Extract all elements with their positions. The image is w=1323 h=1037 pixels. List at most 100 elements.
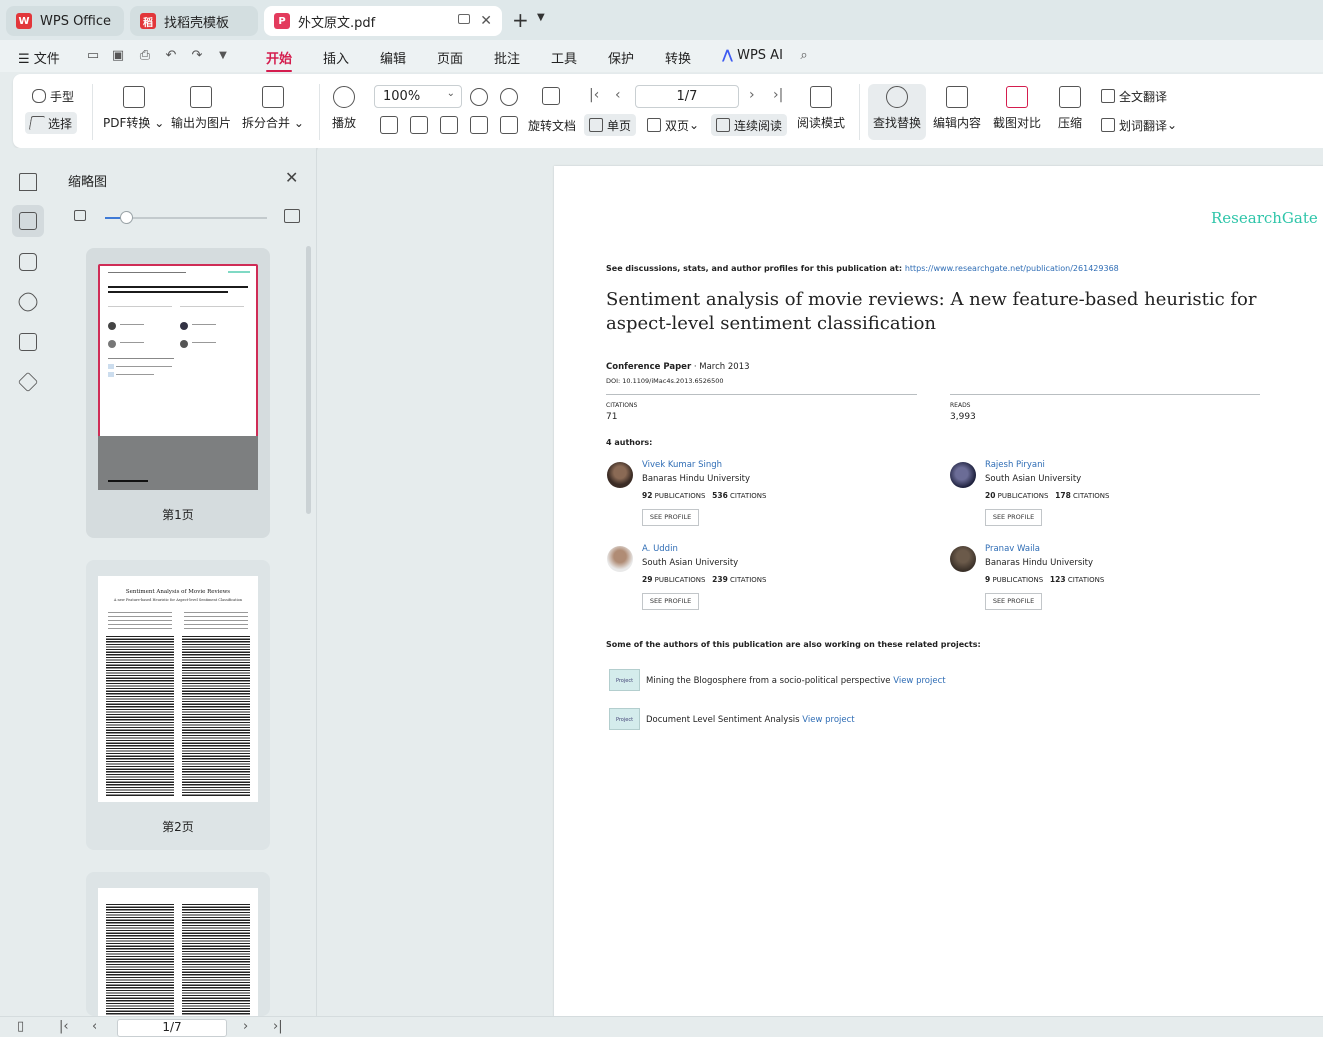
menu-protect[interactable]: 保护 — [608, 48, 634, 67]
screenshot-compare-button[interactable]: 截图对比 — [993, 86, 1041, 131]
open-folder-icon[interactable]: ▭ — [85, 48, 101, 64]
file-menu[interactable]: ☰ 文件 — [18, 48, 60, 67]
next-page-icon[interactable]: › — [243, 1019, 248, 1034]
author-name-link[interactable]: Vivek Kumar Singh — [642, 460, 722, 470]
zoom-out-icon[interactable] — [470, 88, 488, 106]
search-icon[interactable]: ⌕ — [796, 48, 812, 64]
new-tab-icon[interactable]: + — [512, 8, 529, 32]
thumbnail-label: 第1页 — [162, 508, 194, 522]
document-viewport[interactable]: ResearchGate See discussions, stats, and… — [318, 148, 1323, 1016]
see-profile-button[interactable]: SEE PROFILE — [985, 509, 1042, 526]
split-merge-button[interactable]: 拆分合并 ⌄ — [242, 86, 304, 131]
full-translate-button[interactable]: 全文翻译 — [1096, 85, 1172, 107]
prev-page-icon[interactable]: ‹ — [615, 87, 621, 103]
next-page-icon[interactable]: › — [749, 87, 755, 103]
see-profile-button[interactable]: SEE PROFILE — [985, 593, 1042, 610]
status-page-input[interactable]: 1/7 — [117, 1019, 227, 1037]
chevron-down-icon[interactable]: ▼ — [537, 12, 545, 23]
zoom-in-icon[interactable] — [500, 88, 518, 106]
fit-width-icon[interactable] — [440, 116, 458, 134]
compress-label: 压缩 — [1058, 116, 1083, 130]
menu-wps-ai[interactable]: ⋀ WPS AI — [722, 48, 783, 63]
zoom-select[interactable]: 100% ⌄ — [374, 85, 462, 108]
undo-icon[interactable]: ↶ — [163, 48, 179, 64]
first-page-icon[interactable]: |‹ — [59, 1019, 69, 1034]
save-icon[interactable]: ▣ — [110, 48, 126, 64]
large-image-icon[interactable] — [284, 209, 300, 223]
view-project-link[interactable]: View project — [893, 676, 945, 686]
thumbnail-page-3[interactable] — [86, 872, 270, 1016]
print-icon[interactable]: ⎙ — [137, 48, 153, 64]
pdf-convert-button[interactable]: PDF转换 ⌄ — [103, 86, 164, 131]
select-tool-button[interactable]: 选择 — [25, 112, 78, 134]
play-button[interactable]: 播放 — [332, 86, 356, 131]
close-panel-icon[interactable]: ✕ — [285, 168, 298, 187]
publication-type: Conference Paper · March 2013 — [606, 362, 750, 372]
rotate-right-icon[interactable] — [500, 116, 518, 134]
file-menu-label: 文件 — [33, 52, 60, 67]
menu-insert[interactable]: 插入 — [323, 48, 349, 67]
hand-tool-button[interactable]: 手型 — [27, 85, 79, 107]
close-tab-icon[interactable]: ✕ — [480, 13, 492, 29]
rotate-left-icon[interactable] — [470, 116, 488, 134]
window-mode-icon[interactable] — [458, 14, 470, 24]
see-profile-button[interactable]: SEE PROFILE — [642, 509, 699, 526]
tab-pdf-document[interactable]: P 外文原文.pdf ✕ — [264, 6, 502, 36]
single-page-button[interactable]: 单页 — [584, 114, 637, 136]
author-name-link[interactable]: A. Uddin — [642, 544, 678, 554]
author-avatar[interactable] — [607, 546, 633, 572]
bookmark-icon[interactable] — [19, 173, 37, 191]
rotate-document-button[interactable]: 旋转文档 — [523, 114, 581, 136]
menu-page[interactable]: 页面 — [437, 48, 463, 67]
small-image-icon[interactable] — [74, 210, 86, 221]
author-name-link[interactable]: Rajesh Piryani — [985, 460, 1045, 470]
thumbnail-page-1[interactable]: 第1页 — [86, 248, 270, 538]
double-page-button[interactable]: 双页 ⌄ — [642, 114, 704, 136]
view-project-link[interactable]: View project — [802, 715, 854, 725]
hand-icon — [32, 89, 46, 103]
thumbnail-page-2[interactable]: Sentiment Analysis of Movie Reviews A ne… — [86, 560, 270, 850]
screenshot-compare-icon — [1006, 86, 1028, 108]
page-number-value: 1/7 — [676, 89, 698, 104]
thumbnail-icon[interactable] — [19, 212, 37, 230]
quick-access-more-icon[interactable]: ▼ — [215, 48, 231, 64]
author-stats: 20 PUBLICATIONS 178 CITATIONS — [985, 491, 1110, 500]
find-replace-button[interactable]: 查找替换 — [873, 86, 921, 131]
author-name-link[interactable]: Pranav Waila — [985, 544, 1040, 554]
redo-icon[interactable]: ↷ — [189, 48, 205, 64]
slider-handle[interactable] — [120, 211, 133, 224]
actual-size-icon[interactable] — [380, 116, 398, 134]
author-avatar[interactable] — [950, 546, 976, 572]
rotate-document-icon[interactable] — [542, 87, 560, 105]
continuous-reading-button[interactable]: 连续阅读 — [711, 114, 788, 136]
compress-button[interactable]: 压缩 — [1058, 86, 1082, 131]
ribbon-toolbar: 手型 选择 PDF转换 ⌄ 输出为图片 拆分合并 ⌄ 播放 100% ⌄ 旋转文… — [13, 74, 1323, 148]
word-translate-button[interactable]: 划词翻译 ⌄ — [1096, 114, 1182, 136]
publication-link[interactable]: https://www.researchgate.net/publication… — [905, 264, 1119, 273]
layers-icon[interactable] — [17, 371, 39, 393]
signature-icon[interactable] — [19, 333, 37, 351]
fit-page-icon[interactable] — [410, 116, 428, 134]
attachment-icon[interactable] — [15, 289, 41, 315]
tab-wps-office[interactable]: W WPS Office — [6, 6, 124, 36]
author-avatar[interactable] — [950, 462, 976, 488]
last-page-icon[interactable]: ›| — [773, 87, 783, 103]
menu-home[interactable]: 开始 — [266, 48, 293, 72]
prev-page-icon[interactable]: ‹ — [92, 1019, 97, 1034]
menu-convert[interactable]: 转换 — [665, 48, 691, 67]
export-image-button[interactable]: 输出为图片 — [171, 86, 231, 131]
menu-annotate[interactable]: 批注 — [494, 48, 520, 67]
see-profile-button[interactable]: SEE PROFILE — [642, 593, 699, 610]
tab-docer-templates[interactable]: 稻 找稻壳模板 — [130, 6, 258, 36]
toggle-sidebar-icon[interactable]: ▯ — [17, 1019, 24, 1034]
author-avatar[interactable] — [607, 462, 633, 488]
menu-edit[interactable]: 编辑 — [380, 48, 406, 67]
edit-content-button[interactable]: 编辑内容 — [933, 86, 981, 131]
comment-icon[interactable] — [19, 253, 37, 271]
page-number-input[interactable]: 1/7 — [635, 85, 739, 108]
last-page-icon[interactable]: ›| — [273, 1019, 283, 1034]
reading-mode-button[interactable]: 阅读模式 — [797, 86, 845, 131]
panel-scrollbar[interactable] — [306, 246, 311, 514]
menu-tools[interactable]: 工具 — [551, 48, 577, 67]
first-page-icon[interactable]: |‹ — [589, 87, 599, 103]
